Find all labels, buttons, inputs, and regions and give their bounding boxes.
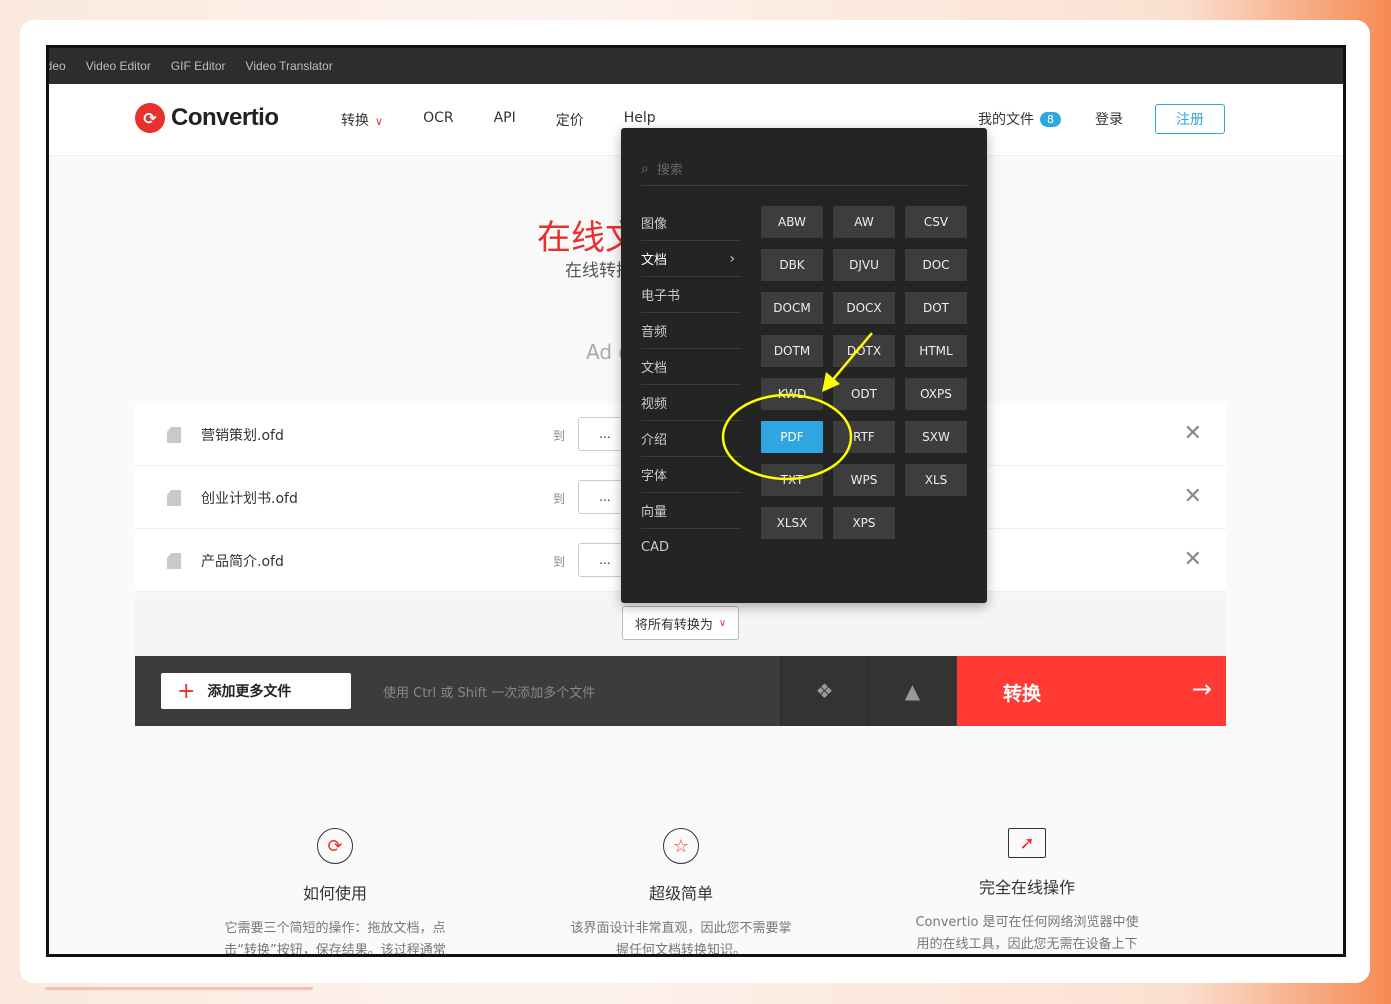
add-more-files-button[interactable]: + 添加更多文件: [161, 673, 351, 709]
search-icon: ⌕: [641, 160, 649, 177]
format-option-dot[interactable]: DOT: [905, 292, 967, 324]
plus-icon: +: [177, 678, 196, 704]
category-audio[interactable]: 音频: [641, 313, 741, 349]
chevron-down-icon: ∨: [375, 115, 384, 128]
logo-text: Convertio: [171, 104, 279, 131]
nav-help[interactable]: Help: [624, 110, 656, 130]
login-link[interactable]: 登录: [1095, 109, 1123, 129]
category-image[interactable]: 图像: [641, 205, 741, 241]
remove-file-icon[interactable]: ✕: [1184, 547, 1202, 572]
category-cad[interactable]: CAD: [641, 529, 741, 565]
arrow-right-icon: →: [1191, 675, 1212, 703]
nav-ocr[interactable]: OCR: [423, 110, 454, 130]
format-option-rtf[interactable]: RTF: [833, 421, 895, 453]
file-count-badge: 8: [1040, 111, 1061, 127]
format-option-dotx[interactable]: DOTX: [833, 335, 895, 367]
to-label: 到: [553, 429, 566, 443]
topbar-link-video-translator[interactable]: Video Translator: [246, 59, 333, 73]
format-dropdown: ⌕ 搜索 图像 文档 › 电子书 音频 文档 视频 介绍 字体 向量 CAD AB…: [621, 128, 987, 603]
file-name: 创业计划书.ofd: [201, 491, 298, 507]
format-option-doc[interactable]: DOC: [905, 249, 967, 281]
feature-how-to: ⟳ 如何使用 它需要三个简短的操作：拖放文档，点 击“转换”按钮，保存结果。该过程…: [210, 828, 460, 957]
convert-button[interactable]: 转换 →: [957, 656, 1226, 726]
format-option-xps[interactable]: XPS: [833, 507, 895, 539]
file-icon: [167, 427, 181, 443]
nav-api[interactable]: API: [494, 110, 516, 130]
format-grid: ABW AW CSV DBK DJVU DOC DOCM DOCX DOT DOTM DOTX HTM…: [761, 206, 967, 539]
topbar-link-video[interactable]: ideo: [49, 59, 66, 73]
google-drive-icon: ▲: [904, 679, 921, 703]
feature-desc: 它需要三个简短的操作：拖放文档，点 击“转换”按钮，保存结果。该过程通常: [224, 921, 446, 957]
feature-simple: ☆ 超级简单 该界面设计非常直观，因此您不需要掌 握任何文档转换知识。: [556, 828, 806, 957]
action-bar: + 添加更多文件 使用 Ctrl 或 Shift 一次添加多个文件 ❖ ▲ 转换…: [135, 656, 1226, 726]
category-video[interactable]: 视频: [641, 385, 741, 421]
format-option-sxw[interactable]: SXW: [905, 421, 967, 453]
format-option-csv[interactable]: CSV: [905, 206, 967, 238]
remove-file-icon[interactable]: ✕: [1184, 484, 1202, 509]
format-option-docx[interactable]: DOCX: [833, 292, 895, 324]
dropbox-icon: ❖: [815, 679, 834, 703]
to-label: 到: [553, 555, 566, 569]
browser-cursor-icon: ➚: [1008, 828, 1046, 858]
nav-pricing[interactable]: 定价: [556, 110, 584, 130]
feature-title: 超级简单: [648, 884, 713, 903]
format-option-kwd[interactable]: KWD: [761, 378, 823, 410]
format-search[interactable]: ⌕ 搜索: [641, 152, 967, 186]
feature-title: 如何使用: [302, 884, 367, 903]
google-drive-button[interactable]: ▲: [868, 656, 956, 726]
file-icon: [167, 553, 181, 569]
topbar-link-gif-editor[interactable]: GIF Editor: [171, 59, 226, 73]
format-option-aw[interactable]: AW: [833, 206, 895, 238]
dropbox-button[interactable]: ❖: [780, 656, 868, 726]
feature-desc: 该界面设计非常直观，因此您不需要掌 握任何文档转换知识。: [570, 921, 792, 957]
scroll-indicator: [45, 987, 313, 990]
category-document[interactable]: 文档: [641, 349, 741, 385]
to-label: 到: [553, 492, 566, 506]
star-icon: ☆: [663, 828, 699, 864]
category-list: 图像 文档 › 电子书 音频 文档 视频 介绍 字体 向量 CAD: [641, 205, 741, 565]
my-files-link[interactable]: 我的文件: [978, 109, 1034, 129]
category-ebook[interactable]: 电子书: [641, 277, 741, 313]
logo[interactable]: ⟳ Convertio: [135, 103, 279, 133]
format-option-dotm[interactable]: DOTM: [761, 335, 823, 367]
format-option-pdf[interactable]: PDF: [761, 421, 823, 453]
format-option-dbk[interactable]: DBK: [761, 249, 823, 281]
format-option-djvu[interactable]: DJVU: [833, 249, 895, 281]
top-link-bar: ideo Video Editor GIF Editor Video Trans…: [49, 48, 1343, 84]
format-option-odt[interactable]: ODT: [833, 378, 895, 410]
feature-online: ➚ 完全在线操作 Convertio 是可在任何网络浏览器中使 用的在线工具，因此…: [902, 828, 1152, 954]
remove-file-icon[interactable]: ✕: [1184, 421, 1202, 446]
chevron-down-icon: ∨: [718, 617, 727, 629]
nav-convert[interactable]: 转换 ∨: [341, 110, 383, 130]
topbar-link-video-editor[interactable]: Video Editor: [86, 59, 151, 73]
main-nav: 转换 ∨ OCR API 定价 Help: [341, 110, 696, 130]
search-placeholder: 搜索: [656, 163, 683, 178]
format-option-txt[interactable]: TXT: [761, 464, 823, 496]
format-option-docm[interactable]: DOCM: [761, 292, 823, 324]
convert-all-select[interactable]: 将所有转换为 ∨: [622, 606, 739, 640]
format-option-oxps[interactable]: OXPS: [905, 378, 967, 410]
category-presentation[interactable]: 介绍: [641, 421, 741, 457]
feature-desc: Convertio 是可在任何网络浏览器中使 用的在线工具，因此您无需在设备上下: [915, 915, 1139, 952]
format-option-xlsx[interactable]: XLSX: [761, 507, 823, 539]
file-name: 产品简介.ofd: [201, 554, 284, 570]
format-option-html[interactable]: HTML: [905, 335, 967, 367]
category-vector[interactable]: 向量: [641, 493, 741, 529]
category-font[interactable]: 字体: [641, 457, 741, 493]
signup-button[interactable]: 注册: [1155, 104, 1225, 134]
chevron-right-icon: ›: [729, 250, 735, 267]
format-option-abw[interactable]: ABW: [761, 206, 823, 238]
logo-icon: ⟳: [135, 103, 165, 133]
format-option-xls[interactable]: XLS: [905, 464, 967, 496]
refresh-icon: ⟳: [317, 828, 353, 864]
feature-title: 完全在线操作: [978, 878, 1075, 897]
file-icon: [167, 490, 181, 506]
account-nav: 我的文件 8 登录 注册: [978, 104, 1225, 134]
multi-select-hint: 使用 Ctrl 或 Shift 一次添加多个文件: [383, 686, 596, 701]
format-option-wps[interactable]: WPS: [833, 464, 895, 496]
category-document-active[interactable]: 文档 ›: [641, 241, 741, 277]
file-name: 营销策划.ofd: [201, 428, 284, 444]
